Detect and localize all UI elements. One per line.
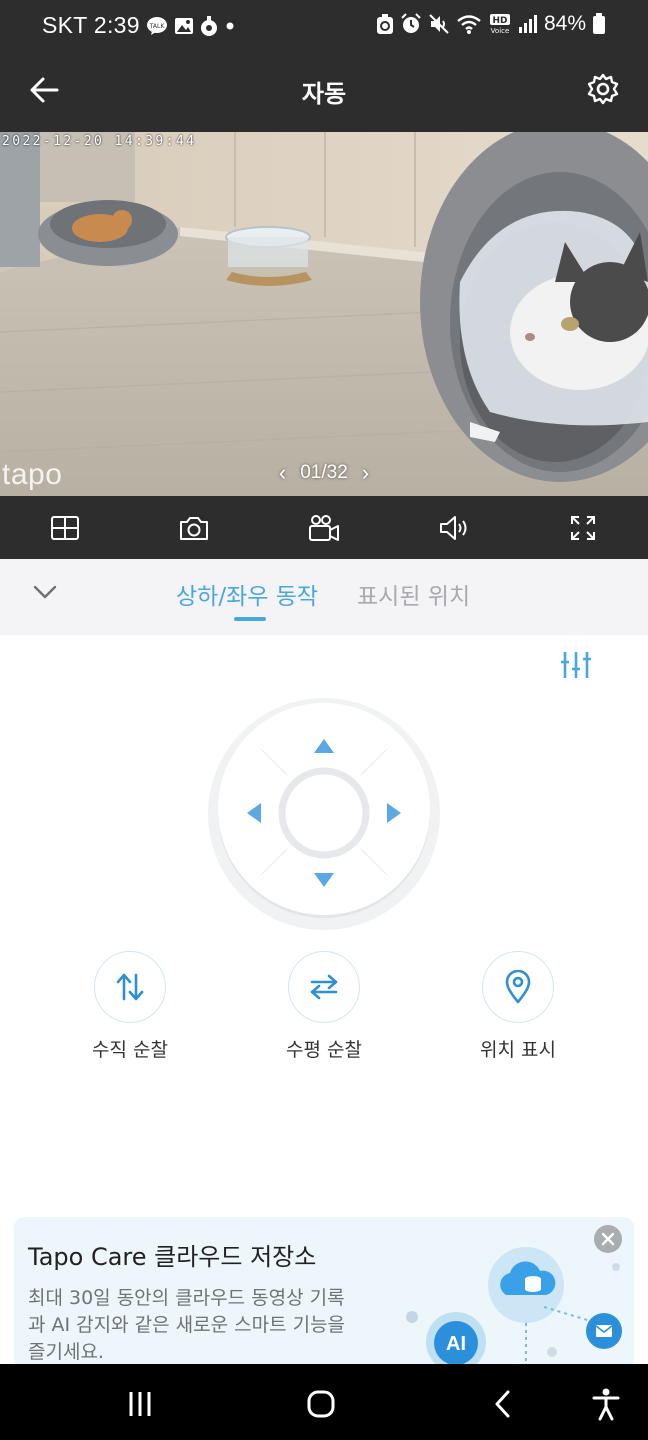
battery-percent: 84% xyxy=(543,12,586,35)
vertical-patrol-icon xyxy=(116,973,144,1001)
battery-icon xyxy=(592,13,606,35)
vertical-patrol-label: 수직 순찰 xyxy=(92,1039,168,1061)
svg-text:TALK: TALK xyxy=(149,23,166,30)
page-title: 자동 xyxy=(301,80,347,108)
signal-icon xyxy=(518,14,538,34)
fullscreen-button[interactable] xyxy=(551,503,615,553)
video-timestamp: 2022-12-20 14:39:44 xyxy=(2,134,197,149)
tab-marked-positions[interactable]: 표시된 위치 xyxy=(357,577,470,611)
home-icon xyxy=(307,1390,335,1418)
multi-view-icon xyxy=(50,515,79,540)
settings-button[interactable] xyxy=(582,68,624,110)
home-button[interactable] xyxy=(299,1382,343,1426)
recent-apps-icon xyxy=(129,1392,151,1416)
svg-text:Voice: Voice xyxy=(491,27,510,35)
promo-title: Tapo Care 클라우드 저장소 xyxy=(28,1243,317,1271)
audio-button[interactable] xyxy=(422,503,486,553)
horizontal-patrol-icon xyxy=(310,974,338,1000)
snapshot-button[interactable] xyxy=(162,503,226,553)
pager-next-icon[interactable]: › xyxy=(362,460,369,486)
horizontal-patrol-label: 수평 순찰 xyxy=(286,1039,362,1061)
fullscreen-icon xyxy=(571,515,596,540)
promo-close-button[interactable] xyxy=(594,1225,622,1253)
pager-count: 01/32 xyxy=(300,462,348,483)
vertical-patrol-action: 수직 순찰 xyxy=(65,951,195,1062)
mark-position-button[interactable] xyxy=(482,951,554,1023)
header: 자동 xyxy=(0,54,648,132)
video-record-icon xyxy=(308,514,339,541)
control-tabs: 상하/좌우 동작 표시된 위치 xyxy=(0,559,648,635)
horizontal-patrol-button[interactable] xyxy=(288,951,360,1023)
hd-voice-icon: HD Voice xyxy=(488,13,512,35)
camera-live-view[interactable]: 2022-12-20 14:39:44 tapo ‹ 01/32 › xyxy=(0,132,648,496)
close-icon xyxy=(601,1232,615,1246)
mark-position-label: 위치 표시 xyxy=(480,1039,556,1061)
camera-scene xyxy=(0,132,648,496)
adjust-button[interactable] xyxy=(558,647,594,683)
recorder-icon xyxy=(200,15,218,37)
dot-icon xyxy=(224,20,236,32)
back-chevron-icon xyxy=(495,1390,510,1418)
speaker-icon xyxy=(439,515,467,540)
collapse-button[interactable] xyxy=(28,575,62,609)
cloud-ai-illustration: AI xyxy=(406,1247,622,1364)
accessibility-button[interactable] xyxy=(584,1382,628,1426)
mute-icon xyxy=(428,13,450,35)
sync-icon xyxy=(376,13,394,35)
accessibility-icon xyxy=(592,1388,620,1421)
alarm-icon xyxy=(400,13,422,35)
talk-icon: TALK xyxy=(146,16,168,36)
pan-tilt-panel: 수직 순찰 수평 순찰 위치 표시 xyxy=(0,635,648,1201)
gallery-icon xyxy=(174,16,194,36)
tapo-care-promo-banner[interactable]: Tapo Care 클라우드 저장소 최대 30일 동안의 클라우드 동영상 기… xyxy=(14,1217,634,1364)
horizontal-patrol-action: 수평 순찰 xyxy=(259,951,389,1062)
status-right: HD Voice 84% xyxy=(376,12,606,36)
multi-view-button[interactable] xyxy=(33,503,97,553)
recent-apps-button[interactable] xyxy=(118,1382,162,1426)
tab-pan-tilt[interactable]: 상하/좌우 동작 xyxy=(176,577,318,611)
carrier-time: SKT 2:39 xyxy=(42,12,140,38)
ai-badge-text: AI xyxy=(446,1333,466,1355)
location-pin-icon xyxy=(505,970,531,1004)
sliders-icon xyxy=(561,652,591,678)
gear-icon xyxy=(587,73,619,105)
back-nav-button[interactable] xyxy=(481,1382,525,1426)
camera-icon xyxy=(180,516,209,540)
mark-position-action: 위치 표시 xyxy=(453,951,583,1062)
active-tab-indicator xyxy=(234,617,266,621)
status-left: SKT 2:39 TALK xyxy=(42,12,236,39)
svg-text:HD: HD xyxy=(492,16,507,26)
promo-body: 최대 30일 동안의 클라우드 동영상 기록과 AI 감지와 같은 새로운 스마… xyxy=(28,1287,346,1363)
status-bar: SKT 2:39 TALK HD Voice 84% xyxy=(0,0,648,54)
chevron-down-icon xyxy=(33,585,57,599)
system-nav-bar xyxy=(0,1364,648,1440)
wifi-icon xyxy=(456,13,482,35)
camera-toolbar xyxy=(0,496,648,559)
vertical-patrol-button[interactable] xyxy=(94,951,166,1023)
pan-tilt-joystick[interactable] xyxy=(207,697,441,931)
preset-pager: ‹ 01/32 › xyxy=(0,460,648,486)
record-button[interactable] xyxy=(292,503,356,553)
pager-prev-icon[interactable]: ‹ xyxy=(279,460,286,486)
